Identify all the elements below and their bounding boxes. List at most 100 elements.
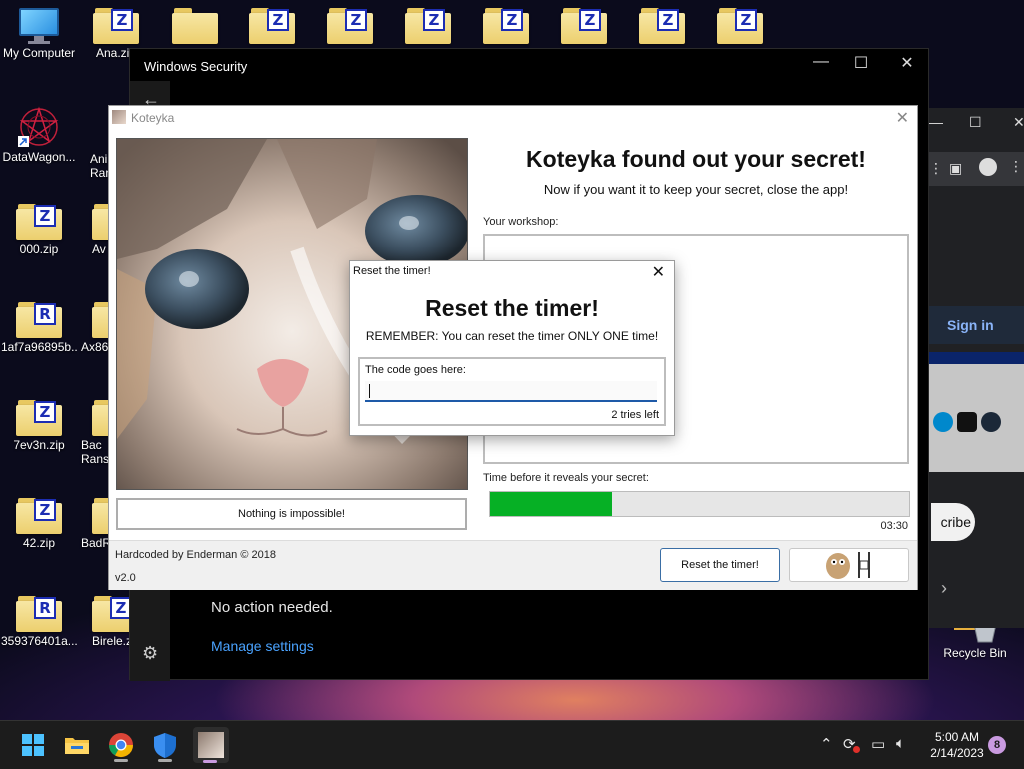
close-icon[interactable]: ✕ — [1013, 114, 1024, 131]
koteyka-icon — [198, 732, 224, 758]
chevron-right-icon[interactable]: › — [941, 578, 947, 599]
zip-folder-icon: Z — [16, 498, 62, 534]
sign-in-button[interactable]: Sign in — [929, 306, 1024, 344]
desktop: My Computer Z Ana.zi Z Z Z Z Z Z Z DataW… — [0, 0, 1024, 720]
koteyka-taskbar-button[interactable] — [193, 727, 229, 763]
desktop-icon-my-computer[interactable]: My Computer — [1, 8, 77, 60]
desktop-icon-label: 7ev3n.zip — [13, 438, 65, 452]
desktop-zip-folder[interactable]: Z — [234, 8, 310, 44]
desktop-icon-label: 000.zip — [19, 242, 59, 256]
code-group: The code goes here: 2 tries left — [358, 357, 666, 426]
video-thumbnail[interactable] — [929, 352, 1024, 472]
zip-folder-icon: Z — [405, 8, 451, 44]
countdown-progress-bar — [489, 491, 910, 517]
close-icon[interactable]: ✕ — [896, 108, 909, 128]
zip-folder-icon: Z — [483, 8, 529, 44]
desktop-icon-359376401a[interactable]: R 359376401a... — [1, 596, 77, 648]
desktop-icon-label: 1af7a96895b... — [1, 340, 77, 354]
network-icon[interactable]: ▭ — [871, 735, 885, 753]
workshop-label: Your workshop: — [483, 216, 559, 228]
reset-timer-dialog: Reset the timer! ✕ Reset the timer! REME… — [349, 260, 675, 436]
koteyka-headline: Koteyka found out your secret! — [526, 146, 866, 172]
desktop-zip-folder[interactable]: Z — [312, 8, 388, 44]
chevron-up-icon[interactable]: ⌃ — [820, 735, 833, 753]
baldi-button[interactable] — [789, 548, 909, 582]
zip-folder-icon: Z — [561, 8, 607, 44]
subscribe-button[interactable]: cribe — [931, 503, 975, 541]
desktop-icon-000-zip[interactable]: Z 000.zip — [1, 204, 77, 256]
running-indicator — [158, 759, 172, 762]
taskbar: ⌃ ⟳ ▭ 🔈︎ 5:00 AM 2/14/2023 8 — [0, 720, 1024, 769]
koteyka-footer: Hardcoded by Enderman © 2018 v2.0 Reset … — [109, 540, 917, 590]
sidebar-icon[interactable]: ▣ — [949, 160, 962, 177]
desktop-zip-folder[interactable]: Z — [468, 8, 544, 44]
credit-text: Hardcoded by Enderman © 2018 — [115, 549, 276, 561]
desktop-icon-label: 42.zip — [22, 536, 56, 550]
menu-icon[interactable]: ⋮ — [1009, 158, 1023, 175]
menu-icon[interactable]: ⋮ — [929, 160, 943, 177]
window-title: Windows Security — [144, 59, 248, 74]
clock-time: 5:00 AM — [934, 730, 980, 744]
koteyka-subtitle: Now if you want it to keep your secret, … — [543, 182, 849, 197]
start-button[interactable] — [17, 729, 49, 761]
defender-button[interactable] — [149, 729, 181, 762]
zip-folder-icon: Z — [16, 204, 62, 240]
window-title: Koteyka — [131, 111, 175, 125]
folder-icon — [172, 8, 218, 44]
zip-folder-icon: Z — [717, 8, 763, 44]
minimize-icon[interactable]: — — [806, 53, 836, 71]
time-remaining: 03:30 — [880, 520, 908, 532]
reset-timer-button[interactable]: Reset the timer! — [660, 548, 780, 582]
pentagram-icon — [16, 106, 62, 148]
maximize-icon[interactable]: ☐ — [969, 114, 982, 131]
nothing-impossible-button[interactable]: Nothing is impossible! — [116, 498, 467, 530]
desktop-icon-label: DataWagon... — [2, 150, 76, 164]
desktop-icon-1af7a[interactable]: R 1af7a96895b... — [1, 302, 77, 354]
desktop-zip-folder[interactable]: Z — [390, 8, 466, 44]
zip-folder-icon: Z — [639, 8, 685, 44]
gear-icon[interactable]: ⚙ — [142, 643, 158, 664]
thumbnail-titlebar — [929, 352, 1024, 364]
chrome-button[interactable] — [105, 729, 137, 762]
status-text: No action needed. — [211, 599, 333, 616]
desktop-zip-folder[interactable]: Z — [702, 8, 778, 44]
dialog-reminder: REMEMBER: You can reset the timer ONLY O… — [365, 329, 659, 343]
computer-icon — [17, 8, 61, 44]
desktop-folder[interactable] — [157, 8, 233, 44]
active-indicator — [203, 760, 217, 763]
desktop-zip-folder[interactable]: Z — [624, 8, 700, 44]
close-icon[interactable]: ✕ — [652, 262, 665, 282]
tiktok-icon — [957, 412, 977, 432]
rar-folder-icon: R — [16, 596, 62, 632]
file-explorer-button[interactable] — [61, 729, 93, 761]
code-input[interactable] — [365, 381, 657, 402]
zip-folder-icon: Z — [93, 8, 139, 44]
desktop-icon-datawagon[interactable]: DataWagon... — [1, 106, 77, 164]
defender-icon — [154, 733, 176, 758]
volume-icon[interactable]: 🔈︎ — [896, 735, 905, 752]
browser-window: — ☐ ✕ ⋮ ▣ ⋮ Sign in cribe › — [929, 108, 1024, 628]
rar-folder-icon: R — [16, 302, 62, 338]
file-explorer-icon — [65, 738, 89, 754]
close-icon[interactable]: ✕ — [892, 53, 922, 73]
dialog-title: Reset the timer! — [353, 265, 431, 277]
minimize-icon[interactable]: — — [929, 114, 943, 130]
profile-icon[interactable] — [979, 158, 997, 176]
system-clock[interactable]: 5:00 AM 2/14/2023 — [924, 729, 990, 761]
manage-settings-link[interactable]: Manage settings — [211, 638, 314, 654]
alert-dot-icon — [853, 746, 860, 753]
maximize-icon[interactable]: ☐ — [846, 53, 876, 73]
version-text: v2.0 — [115, 572, 136, 584]
dialog-heading: Reset the timer! — [425, 295, 599, 321]
desktop-icon-7ev3n-zip[interactable]: Z 7ev3n.zip — [1, 400, 77, 452]
desktop-icon-42-zip[interactable]: Z 42.zip — [1, 498, 77, 550]
time-label: Time before it reveals your secret: — [483, 472, 649, 484]
zip-folder-icon: Z — [327, 8, 373, 44]
chrome-icon — [109, 733, 133, 758]
desktop-icon-label: My Computer — [2, 46, 76, 60]
zip-folder-icon: Z — [249, 8, 295, 44]
desktop-zip-folder[interactable]: Z — [546, 8, 622, 44]
text-caret — [369, 384, 370, 398]
steam-icon — [981, 412, 1001, 432]
notification-badge[interactable]: 8 — [988, 736, 1006, 754]
